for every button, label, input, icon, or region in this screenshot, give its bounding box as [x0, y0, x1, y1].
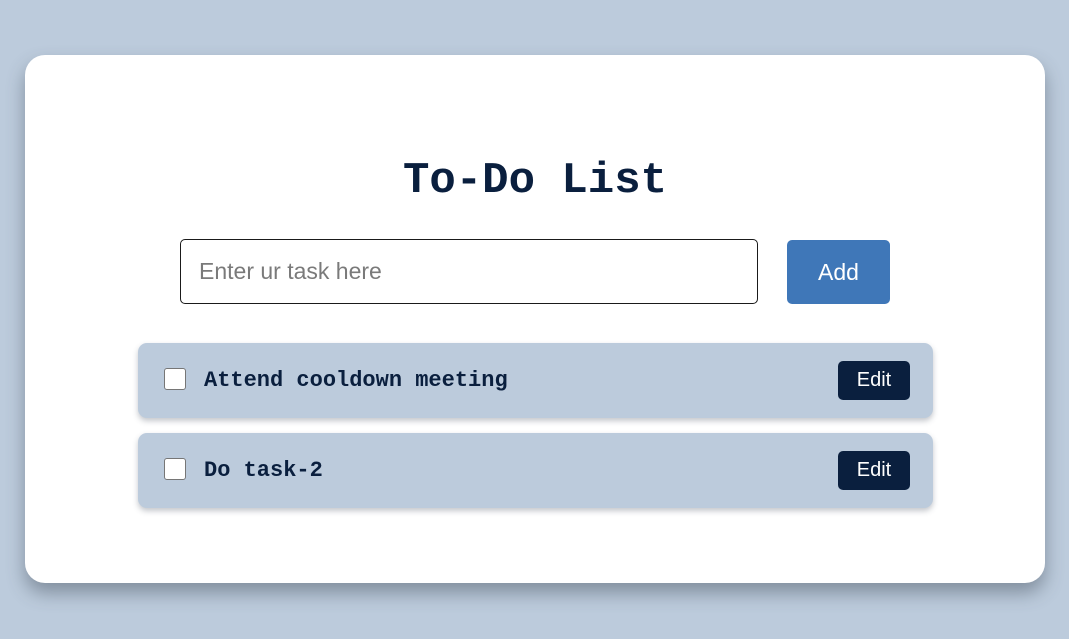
task-checkbox[interactable]	[164, 368, 186, 390]
task-input[interactable]	[180, 239, 758, 304]
add-button[interactable]: Add	[787, 240, 890, 304]
task-list: Attend cooldown meeting Edit Do task-2 E…	[138, 343, 933, 523]
task-item: Do task-2 Edit	[138, 433, 933, 508]
task-item: Attend cooldown meeting Edit	[138, 343, 933, 418]
task-checkbox[interactable]	[164, 458, 186, 480]
task-text: Do task-2	[204, 458, 323, 483]
todo-card: To-Do List Add Attend cooldown meeting E…	[25, 55, 1045, 583]
task-text: Attend cooldown meeting	[204, 368, 508, 393]
edit-button[interactable]: Edit	[838, 361, 910, 400]
page-title: To-Do List	[402, 156, 668, 206]
edit-button[interactable]: Edit	[838, 451, 910, 490]
